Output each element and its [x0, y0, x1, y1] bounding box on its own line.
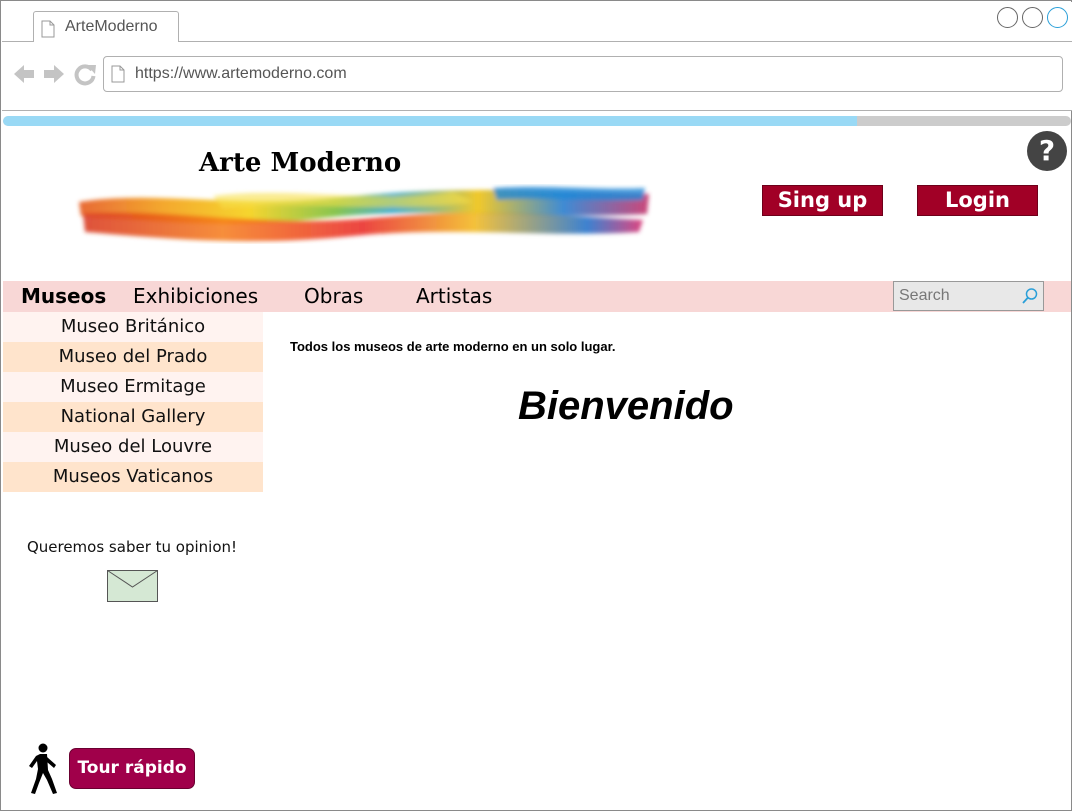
- search-placeholder: Search: [899, 287, 950, 304]
- museum-item-ermitage[interactable]: Museo Ermitage: [3, 372, 263, 402]
- address-bar: https://www.artemoderno.com: [2, 42, 1072, 111]
- page-progress-bar: [3, 116, 1071, 126]
- signup-button[interactable]: Sing up: [762, 185, 883, 216]
- museum-list: Museo Británico Museo del Prado Museo Er…: [3, 312, 263, 492]
- walking-person-icon: [29, 743, 57, 794]
- museum-item-national-gallery[interactable]: National Gallery: [3, 402, 263, 432]
- tagline: Todos los museos de arte moderno en un s…: [290, 339, 616, 354]
- window-minimize-button[interactable]: [997, 7, 1018, 28]
- nav-item-exhibiciones[interactable]: Exhibiciones: [133, 284, 258, 308]
- museum-item-britanico[interactable]: Museo Británico: [3, 312, 263, 342]
- tab-bar: ArteModerno: [2, 2, 1072, 43]
- help-button[interactable]: ?: [1027, 131, 1067, 171]
- tab-title: ArteModerno: [65, 18, 158, 35]
- main-nav: Museos Exhibiciones Obras Artistas Searc…: [3, 281, 1071, 312]
- envelope-icon[interactable]: [107, 570, 158, 602]
- museum-item-vaticanos[interactable]: Museos Vaticanos: [3, 462, 263, 492]
- quick-tour-button[interactable]: Tour rápido: [69, 748, 195, 789]
- museum-item-louvre[interactable]: Museo del Louvre: [3, 432, 263, 462]
- page-icon: [111, 65, 125, 83]
- reload-icon[interactable]: [73, 62, 97, 86]
- nav-item-obras[interactable]: Obras: [304, 284, 363, 308]
- login-button[interactable]: Login: [917, 185, 1038, 216]
- feedback-text: Queremos saber tu opinion!: [26, 538, 238, 556]
- museum-item-prado[interactable]: Museo del Prado: [3, 342, 263, 372]
- url-field[interactable]: https://www.artemoderno.com: [103, 56, 1063, 92]
- browser-tab[interactable]: ArteModerno: [33, 11, 179, 43]
- paint-banner-image: [79, 186, 649, 242]
- search-input[interactable]: Search: [893, 281, 1044, 311]
- browser-window: ArteModerno https://www.artemoderno.com: [0, 0, 1072, 811]
- nav-item-museos[interactable]: Museos: [21, 284, 106, 308]
- window-maximize-button[interactable]: [1022, 7, 1043, 28]
- welcome-heading: Bienvenido: [518, 384, 734, 428]
- site-title: Arte Moderno: [199, 148, 402, 178]
- progress-fill: [3, 116, 858, 126]
- nav-item-artistas[interactable]: Artistas: [416, 284, 492, 308]
- page-icon: [41, 20, 55, 38]
- url-text: https://www.artemoderno.com: [135, 65, 347, 82]
- forward-arrow-icon[interactable]: [42, 62, 66, 86]
- back-arrow-icon[interactable]: [12, 62, 36, 86]
- search-icon[interactable]: [1021, 287, 1039, 305]
- window-close-button[interactable]: [1047, 7, 1068, 28]
